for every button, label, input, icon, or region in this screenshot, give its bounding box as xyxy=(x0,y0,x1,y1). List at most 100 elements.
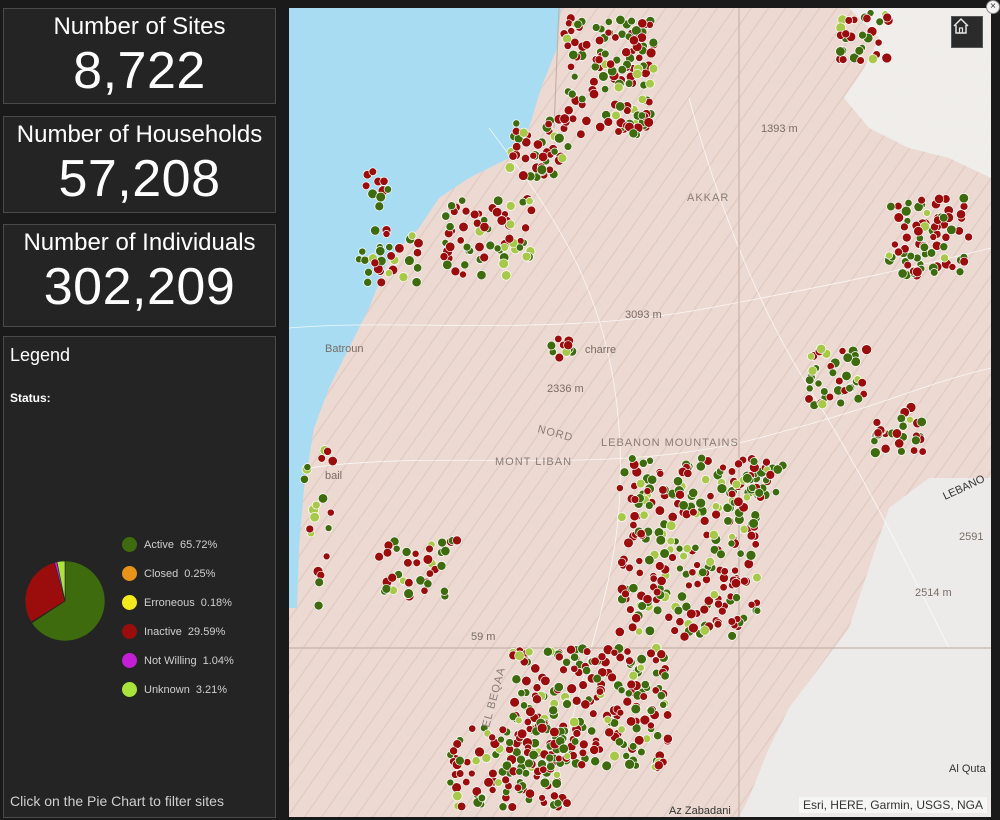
site-point[interactable] xyxy=(591,23,601,32)
site-point[interactable] xyxy=(532,694,542,705)
site-point[interactable] xyxy=(411,277,422,288)
site-point[interactable] xyxy=(469,209,480,220)
site-point[interactable] xyxy=(311,500,321,510)
site-point[interactable] xyxy=(324,524,333,532)
site-point[interactable] xyxy=(588,88,600,100)
site-point[interactable] xyxy=(664,612,674,622)
site-point[interactable] xyxy=(648,63,659,74)
site-point[interactable] xyxy=(636,663,645,672)
site-point[interactable] xyxy=(606,59,616,69)
site-point[interactable] xyxy=(631,613,642,624)
status-pie-chart[interactable] xyxy=(23,559,107,643)
site-point[interactable] xyxy=(323,446,333,456)
site-point[interactable] xyxy=(623,647,632,656)
site-point[interactable] xyxy=(568,49,579,61)
site-point[interactable] xyxy=(653,731,663,741)
site-point[interactable] xyxy=(688,487,699,498)
site-point[interactable] xyxy=(567,27,576,35)
site-point[interactable] xyxy=(385,243,394,252)
site-point[interactable] xyxy=(688,568,697,577)
site-point[interactable] xyxy=(739,524,749,534)
site-point[interactable] xyxy=(412,558,422,568)
site-point[interactable] xyxy=(678,500,689,511)
site-point[interactable] xyxy=(601,49,610,59)
site-point[interactable] xyxy=(699,625,710,636)
site-point[interactable] xyxy=(743,558,754,570)
site-point[interactable] xyxy=(655,534,667,546)
site-point[interactable] xyxy=(455,769,465,778)
site-point[interactable] xyxy=(616,708,625,717)
site-point[interactable] xyxy=(627,16,636,26)
site-point[interactable] xyxy=(518,127,529,138)
site-point[interactable] xyxy=(639,510,649,520)
site-point[interactable] xyxy=(449,746,459,756)
site-point[interactable] xyxy=(309,512,320,523)
site-point[interactable] xyxy=(587,726,597,736)
site-point[interactable] xyxy=(662,733,673,744)
site-point[interactable] xyxy=(370,258,380,268)
site-point[interactable] xyxy=(559,665,568,675)
site-point[interactable] xyxy=(358,247,367,256)
site-point[interactable] xyxy=(422,554,434,565)
site-point[interactable] xyxy=(817,399,828,410)
site-point[interactable] xyxy=(835,46,846,57)
site-point[interactable] xyxy=(569,716,580,728)
site-point[interactable] xyxy=(668,553,677,562)
site-point[interactable] xyxy=(645,47,657,59)
site-point[interactable] xyxy=(483,777,494,788)
site-point[interactable] xyxy=(326,508,335,517)
site-point[interactable] xyxy=(577,760,587,770)
site-point[interactable] xyxy=(628,670,639,681)
site-point[interactable] xyxy=(496,215,508,226)
site-point[interactable] xyxy=(682,543,692,554)
site-point[interactable] xyxy=(662,710,673,720)
site-point[interactable] xyxy=(413,263,423,273)
site-point[interactable] xyxy=(673,605,684,616)
site-point[interactable] xyxy=(462,777,471,787)
site-point[interactable] xyxy=(467,769,476,778)
site-point[interactable] xyxy=(452,535,462,546)
site-point[interactable] xyxy=(626,679,637,690)
site-point[interactable] xyxy=(771,488,781,497)
site-point[interactable] xyxy=(615,484,624,493)
site-point[interactable] xyxy=(805,375,815,385)
site-point[interactable] xyxy=(538,794,546,802)
site-point[interactable] xyxy=(558,743,569,754)
site-point[interactable] xyxy=(403,558,413,568)
site-point[interactable] xyxy=(589,77,599,87)
site-point[interactable] xyxy=(614,127,623,136)
close-icon[interactable]: × xyxy=(986,0,1000,14)
site-point[interactable] xyxy=(873,428,883,438)
site-point[interactable] xyxy=(526,205,537,215)
site-point[interactable] xyxy=(736,549,745,558)
site-point[interactable] xyxy=(891,428,903,439)
site-point[interactable] xyxy=(654,505,666,516)
site-point[interactable] xyxy=(564,19,573,28)
site-point[interactable] xyxy=(900,205,912,217)
site-point[interactable] xyxy=(649,574,658,583)
site-point[interactable] xyxy=(705,556,715,567)
site-point[interactable] xyxy=(439,252,449,262)
site-point[interactable] xyxy=(322,552,331,561)
site-point[interactable] xyxy=(731,566,740,575)
site-point[interactable] xyxy=(595,687,605,696)
site-point[interactable] xyxy=(603,715,612,724)
site-point[interactable] xyxy=(897,447,906,456)
site-point[interactable] xyxy=(645,78,655,89)
site-point[interactable] xyxy=(551,778,562,789)
site-point[interactable] xyxy=(440,545,451,557)
site-point[interactable] xyxy=(644,625,656,636)
site-point[interactable] xyxy=(413,237,424,249)
site-point[interactable] xyxy=(392,544,401,553)
site-point[interactable] xyxy=(437,537,447,548)
site-point[interactable] xyxy=(659,548,670,559)
site-point[interactable] xyxy=(497,735,505,744)
site-point[interactable] xyxy=(643,117,654,128)
site-point[interactable] xyxy=(698,567,708,577)
site-point[interactable] xyxy=(562,657,572,667)
site-point[interactable] xyxy=(636,529,646,539)
site-point[interactable] xyxy=(515,767,524,776)
site-point[interactable] xyxy=(679,551,688,561)
site-point[interactable] xyxy=(368,167,378,176)
site-point[interactable] xyxy=(441,211,451,221)
